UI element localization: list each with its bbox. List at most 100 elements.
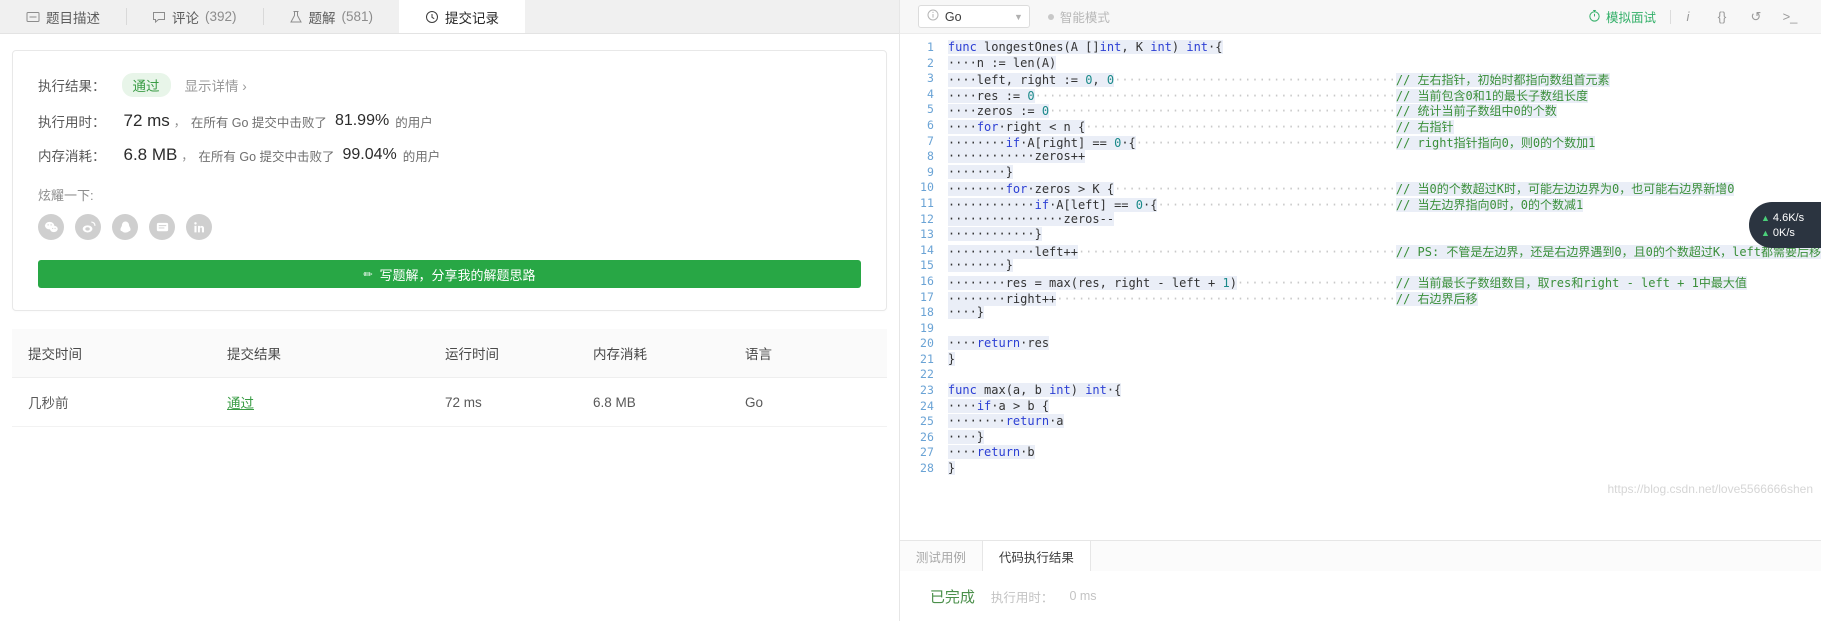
weibo-icon[interactable] [75, 214, 101, 240]
code-line[interactable]: 14 ············left++····················… [900, 243, 1821, 259]
language-selector[interactable]: Go ▼ [917, 5, 1030, 28]
info-circle-icon [927, 9, 939, 24]
line-number: 1 [926, 40, 934, 54]
tab-testcase-label: 测试用例 [915, 550, 966, 565]
code-comment: // right指针指向0，则0的个数加1 [1395, 135, 1596, 150]
tab-description[interactable]: 题目描述 [0, 0, 126, 33]
line-number: 20 [920, 336, 934, 351]
code-text: ····} [947, 429, 985, 444]
code-text: ····res := 0····························… [947, 88, 1588, 103]
code-line[interactable]: 8 ············zeros++ [900, 149, 1821, 165]
submission-result-link[interactable]: 通过 [227, 396, 254, 411]
smart-mode-toggle[interactable]: 智能模式 [1047, 7, 1110, 26]
header-runtime: 运行时间 [445, 329, 593, 378]
code-text: ········res = max(res, right - left + 1)… [947, 275, 1747, 290]
status-badge: 通过 [121, 73, 171, 97]
code-line[interactable]: 17 ········right++·······················… [900, 290, 1821, 306]
table-row[interactable]: 几秒前 通过 72 ms 6.8 MB Go [12, 377, 887, 427]
info-icon-glyph: i [1686, 9, 1690, 24]
code-text: ············} [947, 227, 1042, 242]
description-icon [26, 10, 40, 24]
runtime-comma: ， [173, 114, 186, 129]
code-line[interactable]: 26 ····} [900, 429, 1821, 446]
editor-toolbar: Go ▼ 智能模式 模拟面试 i {} ↺ >_ [899, 0, 1821, 34]
qq-icon[interactable] [112, 214, 138, 240]
info-icon[interactable]: i [1671, 5, 1705, 29]
memory-row: 内存消耗： 6.8 MB ， 在所有 Go 提交中击败了 99.04% 的用户 [38, 145, 861, 165]
flask-icon [289, 10, 303, 24]
tab-submissions[interactable]: 提交记录 [399, 0, 526, 33]
code-line[interactable]: 28} [900, 461, 1821, 477]
mock-interview-button[interactable]: 模拟面试 [1588, 7, 1670, 26]
code-line[interactable]: 10 ········for·zeros > K {···············… [900, 180, 1821, 197]
code-line[interactable]: 24 ····if·a > b { [900, 398, 1821, 415]
code-line[interactable]: 13 ············} [900, 227, 1821, 243]
wechat-icon[interactable] [38, 214, 64, 240]
table-header-row: 提交时间 提交结果 运行时间 内存消耗 语言 [12, 329, 887, 378]
console-icon[interactable]: >_ [1773, 5, 1807, 29]
upload-speed: ▲ 4.6K/s [1761, 212, 1821, 224]
share-icon-row [38, 214, 861, 240]
code-line[interactable]: 22 [900, 367, 1821, 383]
code-line[interactable]: 21} [900, 351, 1821, 368]
code-line[interactable]: 15 ········} [900, 258, 1821, 274]
tab-exec-result[interactable]: 代码执行结果 [981, 541, 1091, 571]
reset-icon-glyph: ↺ [1750, 8, 1762, 24]
code-line[interactable]: 6 ····for·right < n {····················… [900, 118, 1821, 134]
code-line[interactable]: 25 ········return·a [900, 414, 1821, 430]
code-line[interactable]: 18 ····} [900, 305, 1821, 321]
cell-result: 通过 [227, 377, 445, 427]
code-line[interactable]: 3 ····left, right := 0, 0················… [900, 71, 1821, 88]
code-line[interactable]: 16 ········res = max(res, right - left + … [900, 274, 1821, 290]
submissions-table-body: 几秒前 通过 72 ms 6.8 MB Go [12, 377, 887, 427]
tab-solutions[interactable]: 题解 (581) [262, 0, 400, 33]
code-line[interactable]: 1 func longestOnes(A []int, K int) int·{ [900, 40, 1821, 56]
code-text: ············zeros++ [947, 149, 1086, 164]
code-line[interactable]: 12 ················zeros-- [900, 211, 1821, 228]
code-text: ····return·b [947, 445, 1035, 460]
line-number: 6 [926, 117, 934, 132]
line-number: 8 [926, 149, 934, 164]
code-text: ····} [947, 305, 985, 320]
line-number: 2 [926, 55, 934, 70]
line-number: 21 [920, 351, 934, 366]
smart-mode-dot-icon [1047, 13, 1054, 20]
runtime-row: 执行用时： 72 ms ， 在所有 Go 提交中击败了 81.99% 的用户 [38, 111, 861, 131]
code-line[interactable]: 2 ····n := len(A) [900, 55, 1821, 72]
code-line[interactable]: 23 func max(a, b int) int·{ [900, 383, 1821, 399]
download-arrow-icon: ▲ [1761, 227, 1770, 238]
code-line[interactable]: 27 ····return·b [900, 445, 1821, 461]
mock-interview-label: 模拟面试 [1605, 11, 1656, 25]
code-editor[interactable]: 1 func longestOnes(A []int, K int) int·{2… [899, 34, 1821, 540]
console-tabs: 测试用例 代码执行结果 [900, 541, 1821, 571]
show-detail-link[interactable]: 显示详情 › [185, 75, 247, 95]
linkedin-icon[interactable] [186, 214, 212, 240]
code-line[interactable]: 11 ············if·A[left] == 0·{·········… [900, 196, 1821, 212]
memory-beat-suffix: 的用户 [402, 149, 441, 164]
code-line[interactable]: 5 ····zeros := 0·························… [900, 102, 1821, 119]
code-line[interactable]: 7 ········if·A[right] == 0·{·············… [900, 134, 1821, 150]
tab-comments[interactable]: 评论 (392) [126, 0, 263, 33]
header-result: 提交结果 [227, 329, 445, 378]
code-line[interactable]: 20 ····return·res [900, 336, 1821, 352]
code-comment: // 统计当前子数组中0的个数 [1395, 104, 1557, 119]
console-content: 已完成 执行用时： 0 ms [899, 571, 1821, 621]
braces-icon[interactable]: {} [1705, 5, 1739, 29]
code-line[interactable]: 19 [900, 321, 1821, 337]
download-speed: ▲ 0K/s [1761, 227, 1821, 239]
tab-solutions-label: 题解 [308, 10, 336, 26]
runtime-value: 72 ms [123, 111, 170, 130]
code-line[interactable]: 4 ····res := 0···························… [900, 87, 1821, 103]
line-number: 4 [926, 86, 934, 101]
app-root: 题目描述 评论 (392) 题解 (581) 提交记录 执行结果： 通过 显示详… [0, 0, 1821, 621]
line-number: 11 [920, 195, 934, 210]
tab-testcase[interactable]: 测试用例 [900, 541, 982, 571]
line-number: 24 [920, 398, 934, 413]
qzone-icon[interactable] [149, 214, 175, 240]
write-solution-button[interactable]: ✏ 写题解，分享我的解题思路 [38, 260, 861, 288]
result-status-label: 执行结果： [38, 79, 106, 94]
code-line[interactable]: 9 ········} [900, 164, 1821, 181]
line-number: 19 [920, 320, 934, 335]
code-text: ············left++······················… [947, 244, 1821, 259]
reset-icon[interactable]: ↺ [1739, 5, 1773, 29]
